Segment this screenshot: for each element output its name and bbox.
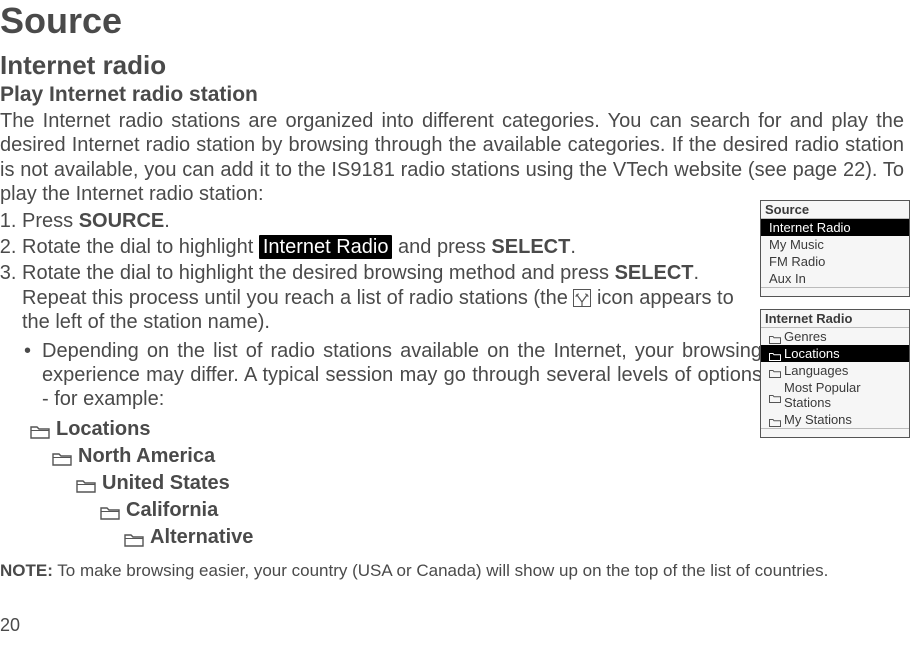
tree-alternative: Alternative bbox=[0, 526, 904, 549]
screen2-item-my-stations-label: My Stations bbox=[784, 412, 852, 427]
step-2-pre: Rotate the dial to highlight bbox=[22, 236, 259, 258]
screen2-item-languages: Languages bbox=[761, 362, 909, 379]
tree-l3-label: United States bbox=[102, 472, 230, 495]
note-label: NOTE: bbox=[0, 561, 53, 580]
folder-icon bbox=[769, 349, 781, 358]
screen2-item-locations: Locations bbox=[761, 345, 909, 362]
tree-l1-label: Locations bbox=[56, 418, 150, 441]
step-3-pre: Rotate the dial to highlight the desired… bbox=[22, 262, 615, 284]
screen1-item-fm-radio: FM Radio bbox=[761, 253, 909, 270]
screen2-item-languages-label: Languages bbox=[784, 363, 848, 378]
screen2-item-genres-label: Genres bbox=[784, 329, 827, 344]
device-screen-internet-radio: Internet Radio Genres Locations Language… bbox=[760, 309, 910, 438]
note-text: To make browsing easier, your country (U… bbox=[53, 561, 828, 580]
screen1-item-my-music: My Music bbox=[761, 236, 909, 253]
tree-l4-label: California bbox=[126, 499, 218, 522]
folder-icon bbox=[100, 503, 120, 518]
screen2-item-popular-label: Most Popular Stations bbox=[784, 380, 905, 410]
antenna-icon bbox=[573, 289, 591, 307]
step-2-post: . bbox=[570, 236, 576, 258]
screen2-footer bbox=[761, 428, 909, 437]
screen2-title: Internet Radio bbox=[761, 310, 909, 328]
page-number: 20 bbox=[0, 615, 20, 636]
screen2-item-my-stations: My Stations bbox=[761, 411, 909, 428]
bullet-1: Depending on the list of radio stations … bbox=[24, 339, 762, 412]
tree-l5-label: Alternative bbox=[150, 526, 253, 549]
folder-icon bbox=[769, 366, 781, 375]
step-2-bold: SELECT bbox=[491, 236, 570, 258]
step-1-bold: SOURCE bbox=[79, 210, 165, 232]
folder-icon bbox=[769, 415, 781, 424]
tree-california: California bbox=[0, 499, 904, 522]
folder-icon bbox=[76, 476, 96, 491]
screen1-footer bbox=[761, 287, 909, 296]
section-heading: Play Internet radio station bbox=[0, 83, 904, 107]
step-2-chip: Internet Radio bbox=[259, 235, 393, 259]
screen2-item-popular: Most Popular Stations bbox=[761, 379, 909, 411]
intro-paragraph: The Internet radio stations are organize… bbox=[0, 109, 904, 207]
folder-icon bbox=[52, 449, 72, 464]
tree-l2-label: North America bbox=[78, 445, 215, 468]
step-2-mid: and press bbox=[392, 236, 491, 258]
step-1-post: . bbox=[164, 210, 170, 232]
section-subtitle: Internet radio bbox=[0, 50, 904, 81]
folder-icon bbox=[769, 332, 781, 341]
screen2-item-locations-label: Locations bbox=[784, 346, 840, 361]
page-title: Source bbox=[0, 0, 904, 42]
step-1-pre: Press bbox=[22, 210, 79, 232]
screen1-item-internet-radio: Internet Radio bbox=[761, 219, 909, 236]
step-3-bold: SELECT bbox=[615, 262, 694, 284]
folder-icon bbox=[769, 391, 781, 400]
folder-icon bbox=[30, 422, 50, 437]
device-screen-source: Source Internet Radio My Music FM Radio … bbox=[760, 200, 910, 297]
folder-icon bbox=[124, 530, 144, 545]
screen1-item-aux-in: Aux In bbox=[761, 270, 909, 287]
tree-united-states: United States bbox=[0, 472, 904, 495]
screen1-title: Source bbox=[761, 201, 909, 219]
note: NOTE: To make browsing easier, your coun… bbox=[0, 561, 904, 581]
screen2-item-genres: Genres bbox=[761, 328, 909, 345]
